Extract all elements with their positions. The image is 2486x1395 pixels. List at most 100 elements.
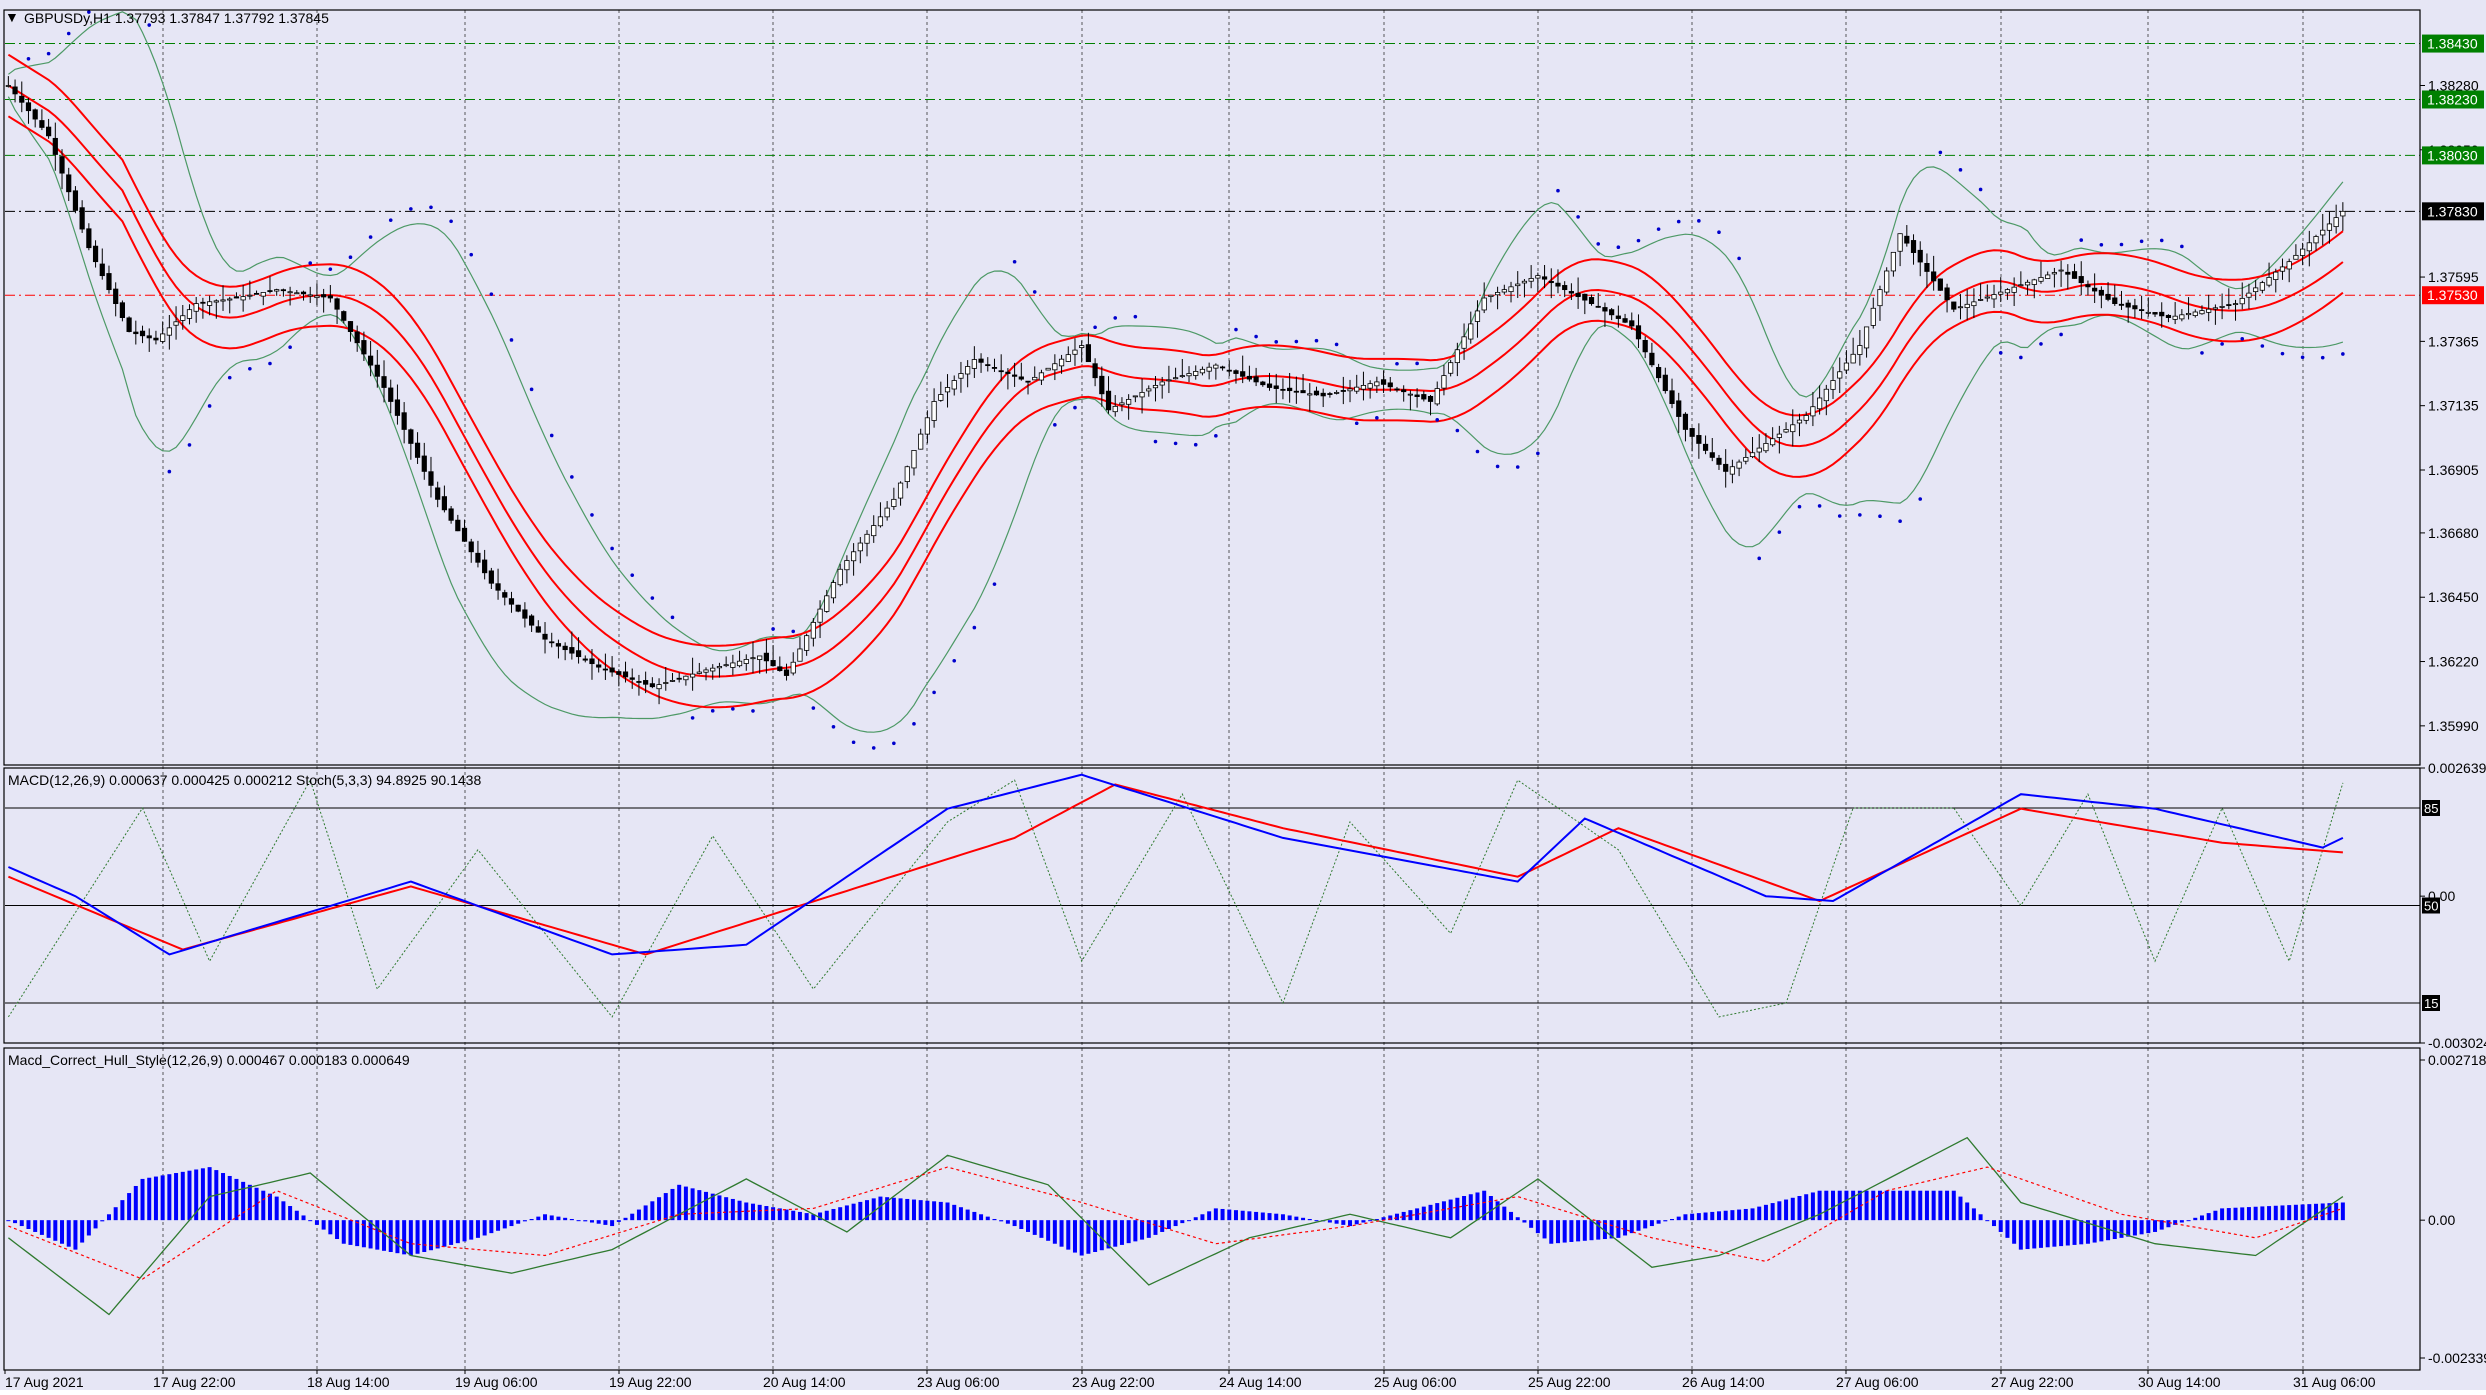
candle-body (1736, 461, 1742, 469)
price-tick-label: 1.36905 (2428, 462, 2479, 478)
hull-histogram-bar (147, 1177, 152, 1221)
candle-body (636, 681, 642, 683)
sar-dot (1274, 340, 1279, 344)
candle-body (66, 174, 72, 193)
candle-body (1817, 397, 1823, 410)
sar-dot (2240, 337, 2245, 341)
candle-body (851, 551, 857, 562)
hull-histogram-bar (1307, 1218, 1312, 1221)
sar-dot (1958, 168, 1963, 172)
hull-histogram-bar (616, 1220, 621, 1222)
price-tick-label: 1.37365 (2428, 333, 2479, 349)
candle-body (931, 401, 937, 421)
hull-histogram-bar (1294, 1216, 1299, 1221)
candle-body (233, 296, 240, 299)
candle-body (1850, 353, 1856, 364)
candle-body (757, 655, 763, 660)
hull-histogram-bar (911, 1199, 916, 1221)
time-tick-label: 17 Aug 22:00 (153, 1374, 236, 1390)
sar-dot (731, 707, 735, 711)
hull-histogram-bar (1046, 1220, 1051, 1241)
candle-body (897, 482, 904, 499)
candle-body (1642, 339, 1648, 353)
hull-histogram-bar (858, 1201, 863, 1221)
candle-body (596, 664, 602, 668)
candle-body (72, 190, 79, 211)
candle-body (1052, 363, 1058, 371)
candle-body (193, 303, 199, 312)
candle-body (2024, 281, 2031, 286)
candle-body (958, 373, 964, 379)
hull-histogram-bar (1871, 1190, 1876, 1221)
candle-body (1984, 296, 1990, 299)
sar-dot (1475, 449, 1480, 454)
candle-body (133, 331, 139, 335)
sar-dot (1596, 242, 1601, 246)
hull-histogram-bar (2206, 1213, 2211, 1221)
hull-histogram-bar (717, 1195, 722, 1221)
hull-histogram-bar (2213, 1210, 2218, 1221)
hull-histogram-bar (2153, 1220, 2158, 1232)
candle-body (2219, 306, 2225, 308)
sar-dot (1073, 405, 1077, 410)
hull-histogram-bar (2072, 1220, 2077, 1245)
candle-body (891, 498, 897, 507)
sar-dot (2159, 238, 2164, 243)
candle-body (649, 683, 655, 688)
hull-tick-label: -0.002339 (2428, 1350, 2486, 1366)
sar-dot (1676, 219, 1681, 224)
sar-dot (489, 292, 494, 296)
time-tick-label: 23 Aug 06:00 (917, 1374, 1000, 1390)
hull-histogram-bar (918, 1200, 923, 1221)
candle-body (347, 321, 354, 332)
hull-histogram-bar (2273, 1205, 2278, 1221)
candle-body (911, 450, 917, 469)
candle-body (2058, 269, 2064, 272)
hull-histogram-bar (1670, 1218, 1675, 1221)
hull-histogram-bar (2233, 1207, 2238, 1221)
hull-histogram-bar (1535, 1220, 1540, 1234)
candle-body (2326, 223, 2333, 231)
hull-histogram-bar (2193, 1217, 2198, 1221)
hull-histogram-bar (73, 1220, 78, 1250)
chart-dropdown-icon[interactable]: ▼ (5, 9, 19, 25)
candle-body (1152, 385, 1159, 389)
candle-body (2266, 276, 2272, 286)
sar-dot (207, 404, 212, 408)
hull-histogram-bar (2260, 1206, 2265, 1221)
time-tick-label: 24 Aug 14:00 (1219, 1374, 1302, 1390)
candle-body (555, 643, 562, 647)
candle-body (1173, 377, 1179, 380)
hull-histogram-bar (1569, 1220, 1574, 1242)
hull-histogram-bar (603, 1220, 608, 1225)
hull-histogram-bar (1817, 1190, 1822, 1221)
sar-dot (509, 338, 514, 342)
sar-dot (630, 573, 635, 577)
hull-histogram-bar (288, 1206, 293, 1221)
candle-body (965, 366, 971, 375)
candle-body (2246, 292, 2252, 298)
candle-body (2098, 289, 2104, 296)
candle-body (200, 301, 206, 304)
sar-dot (1817, 504, 1822, 508)
hull-histogram-bar (1441, 1201, 1446, 1221)
hull-histogram-bar (2112, 1220, 2117, 1240)
candle-body (1246, 375, 1252, 380)
candle-body (2333, 217, 2339, 228)
hull-histogram-bar (469, 1220, 474, 1240)
candle-body (314, 295, 320, 299)
hull-histogram-bar (838, 1207, 843, 1221)
candle-body (1904, 235, 1910, 244)
hull-histogram-bar (133, 1185, 138, 1221)
hull-histogram-bar (1301, 1217, 1306, 1221)
sar-dot (1415, 361, 1419, 366)
candle-body (1568, 291, 1574, 294)
candle-body (1823, 388, 1829, 402)
sar-dot (2280, 351, 2285, 356)
candle-body (1743, 457, 1749, 462)
candle-body (1501, 289, 1507, 293)
hull-histogram-bar (86, 1220, 91, 1236)
price-level-label: 1.38030 (2427, 147, 2478, 163)
candle-body (2206, 308, 2212, 313)
candle-body (441, 496, 447, 511)
